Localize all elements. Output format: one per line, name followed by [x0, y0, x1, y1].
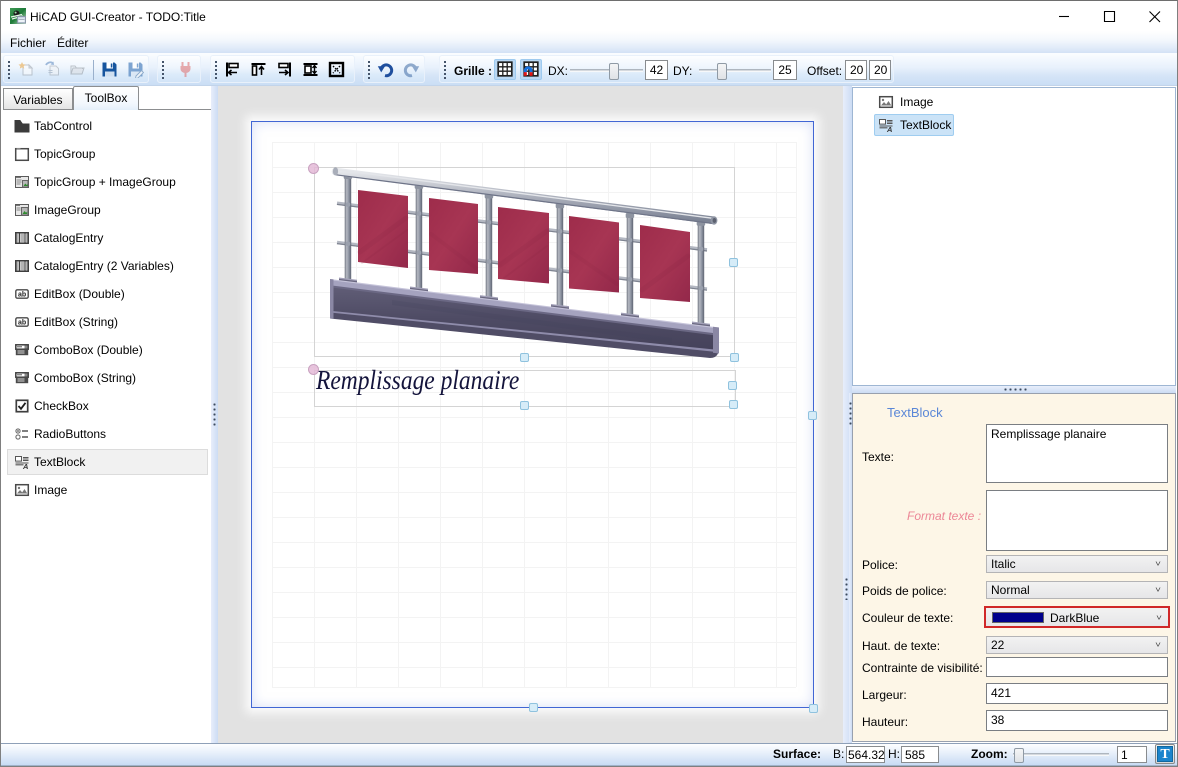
svg-text:ab: ab	[18, 320, 26, 327]
svg-text:A: A	[886, 125, 892, 133]
svg-text:A: A	[22, 462, 28, 470]
svg-text:ab: ab	[18, 292, 26, 299]
